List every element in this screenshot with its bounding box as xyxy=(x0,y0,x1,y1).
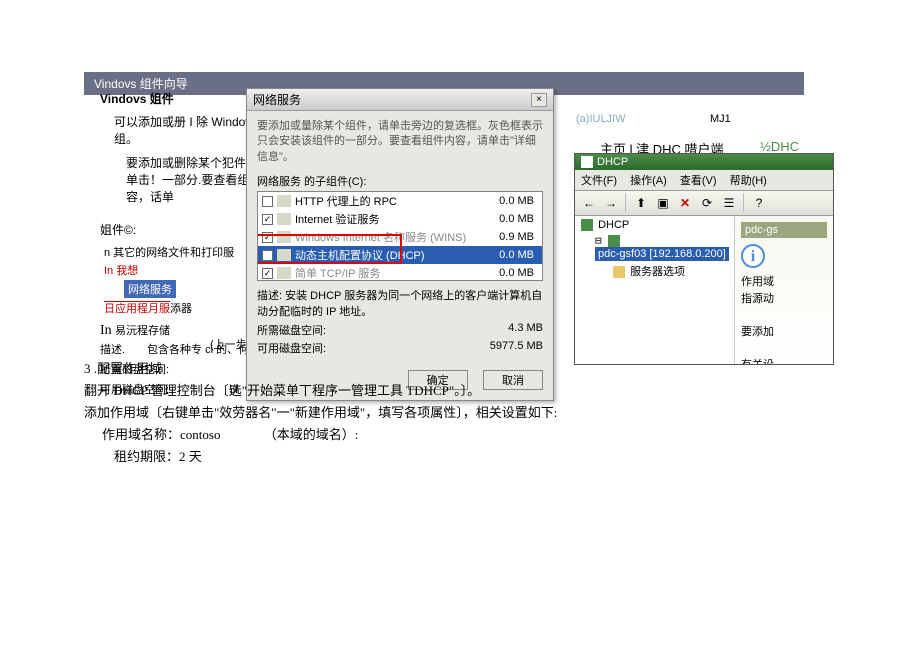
info-icon: i xyxy=(741,244,765,268)
dhcp-title: DHCP xyxy=(597,156,628,168)
close-icon[interactable]: × xyxy=(531,93,547,107)
step-3-heading: 3 .配置作用域 xyxy=(84,358,557,380)
dhcp-content: DHCP ⊟ pdc-gsf03 [192.168.0.200] 服务器选项 p… xyxy=(575,216,833,364)
dialog-title: 网络服务 xyxy=(253,91,301,108)
up-icon[interactable]: ⬆ xyxy=(631,193,651,213)
component-icon xyxy=(277,249,291,261)
props-icon[interactable]: ▣ xyxy=(653,193,673,213)
component-icon xyxy=(277,267,291,279)
row-size: 0.0 MB xyxy=(488,267,538,279)
dialog-disk-available: 可用磁盘空间:5977.5 MB xyxy=(257,340,543,356)
checkbox[interactable] xyxy=(262,196,273,207)
checkbox[interactable]: ✓ xyxy=(262,250,273,261)
dialog-disk-required: 所需磁盘空间:4.3 MB xyxy=(257,322,543,338)
lease-line: 租约期限：2 天 xyxy=(84,446,557,468)
separator xyxy=(625,193,627,213)
delete-icon[interactable]: ✕ xyxy=(675,193,695,213)
forward-icon[interactable]: → xyxy=(601,193,621,213)
checkbox[interactable]: ✓ xyxy=(262,268,273,279)
dialog-titlebar: 网络服务 × xyxy=(247,89,553,111)
subcomponent-row[interactable]: HTTP 代理上的 RPC0.0 MB xyxy=(258,192,542,210)
dhcp-tree[interactable]: DHCP ⊟ pdc-gsf03 [192.168.0.200] 服务器选项 xyxy=(575,216,735,364)
row-size: 0.0 MB xyxy=(488,249,538,261)
red-prefix: 日应用程月服 xyxy=(104,301,170,315)
subcomponent-row[interactable]: ✓ Windows Internet 名称服务 (WINS)0.9 MB xyxy=(258,228,542,246)
tree-root[interactable]: DHCP xyxy=(577,218,732,232)
dhcp-console: DHCP 文件(F) 操作(A) 查看(V) 帮助(H) ← → ⬆ ▣ ✕ ⟳… xyxy=(574,153,834,365)
row-label: 简单 TCP/IP 服务 xyxy=(295,265,488,281)
list-icon[interactable]: ☰ xyxy=(719,193,739,213)
menu-view[interactable]: 查看(V) xyxy=(680,175,717,187)
tree-server-wrap: ⊟ pdc-gsf03 [192.168.0.200] 服务器选项 xyxy=(577,234,732,279)
tree-leaf-wrap: 服务器选项 xyxy=(595,263,732,279)
dialog-intro: 要添加或量除某个组件，请单击旁边的复选框。灰色框表示只会安装该组件的一部分。要查… xyxy=(257,119,543,165)
server-icon xyxy=(608,235,620,247)
scope-name-line: 作用域名称：contoso （本域的域名）: xyxy=(84,424,557,446)
help-icon[interactable]: ? xyxy=(749,193,769,213)
folder-icon xyxy=(613,266,625,278)
component-icon xyxy=(277,195,291,207)
network-services-dialog: 网络服务 × 要添加或量除某个组件，请单击旁边的复选框。灰色框表示只会安装该组件… xyxy=(246,88,554,401)
half-dhc-label: ½DHC xyxy=(760,139,799,154)
row-size: 0.0 MB xyxy=(488,195,538,207)
doc-line-2: 添加作用域〔右键单击"效劳器名"一"新建作用域"，填写各项属性〕，相关设置如下: xyxy=(84,402,557,424)
menu-help[interactable]: 帮助(H) xyxy=(730,175,767,187)
back-icon[interactable]: ← xyxy=(579,193,599,213)
row-size: 0.0 MB xyxy=(488,213,538,225)
dhcp-menubar: 文件(F) 操作(A) 查看(V) 帮助(H) xyxy=(575,170,833,191)
component-icon xyxy=(277,231,291,243)
row-label: HTTP 代理上的 RPC xyxy=(295,193,488,209)
refresh-icon[interactable]: ⟳ xyxy=(697,193,717,213)
checkbox[interactable]: ✓ xyxy=(262,232,273,243)
subcomponents-label: 网络服务 的子组件(C): xyxy=(257,173,543,189)
ln-prefix: In xyxy=(100,323,112,338)
row-label: Windows Internet 名称服务 (WINS) xyxy=(295,229,488,245)
ref-label-1: (a)IULJIW xyxy=(576,113,626,125)
subcomponent-row[interactable]: ✓ 动态主机配置协议 (DHCP)0.0 MB xyxy=(258,246,542,264)
menu-action[interactable]: 操作(A) xyxy=(630,175,667,187)
tree-leaf[interactable]: 服务器选项 xyxy=(630,266,685,278)
info-text: 作用域 指源动 要添加 有关设 xyxy=(741,274,827,364)
checkbox[interactable]: ✓ xyxy=(262,214,273,225)
subcomponent-row[interactable]: ✓ 简单 TCP/IP 服务0.0 MB xyxy=(258,264,542,281)
dhcp-app-icon xyxy=(581,156,593,168)
subcomponent-list[interactable]: HTTP 代理上的 RPC0.0 MB✓Internet 验证服务0.0 MB✓… xyxy=(257,191,543,281)
dialog-description: 描述: 安装 DHCP 服务器为同一个网络上的客户端计算机自动分配临时的 IP … xyxy=(257,289,543,320)
row-label: 动态主机配置协议 (DHCP) xyxy=(295,247,488,263)
dhcp-titlebar: DHCP xyxy=(575,154,833,170)
row-size: 0.9 MB xyxy=(488,231,538,243)
right-pane-title: pdc-gs xyxy=(741,222,827,238)
separator xyxy=(743,193,745,213)
subcomponent-row[interactable]: ✓ Internet 验证服务0.0 MB xyxy=(258,210,542,228)
row-label: Internet 验证服务 xyxy=(295,211,488,227)
menu-file[interactable]: 文件(F) xyxy=(581,175,617,187)
network-services-item[interactable]: 网络服务 xyxy=(124,280,176,298)
doc-line-1: 翻开 DHCP 管理控制台〔选"开始菜单丅程序一管理工具 TDHCP"。〕。 xyxy=(84,380,557,402)
document-body: 3 .配置作用域 翻开 DHCP 管理控制台〔选"开始菜单丅程序一管理工具 TD… xyxy=(84,358,557,468)
ref-label-2: MJ1 xyxy=(710,113,731,125)
dhcp-toolbar: ← → ⬆ ▣ ✕ ⟳ ☰ ? xyxy=(575,191,833,216)
component-icon xyxy=(277,213,291,225)
dhcp-root-icon xyxy=(581,219,593,231)
ln-text: 易沅程存储 xyxy=(115,325,170,337)
dhcp-right-pane: pdc-gs i 作用域 指源动 要添加 有关设 xyxy=(735,216,833,364)
tree-server[interactable]: pdc-gsf03 [192.168.0.200] xyxy=(595,247,729,261)
